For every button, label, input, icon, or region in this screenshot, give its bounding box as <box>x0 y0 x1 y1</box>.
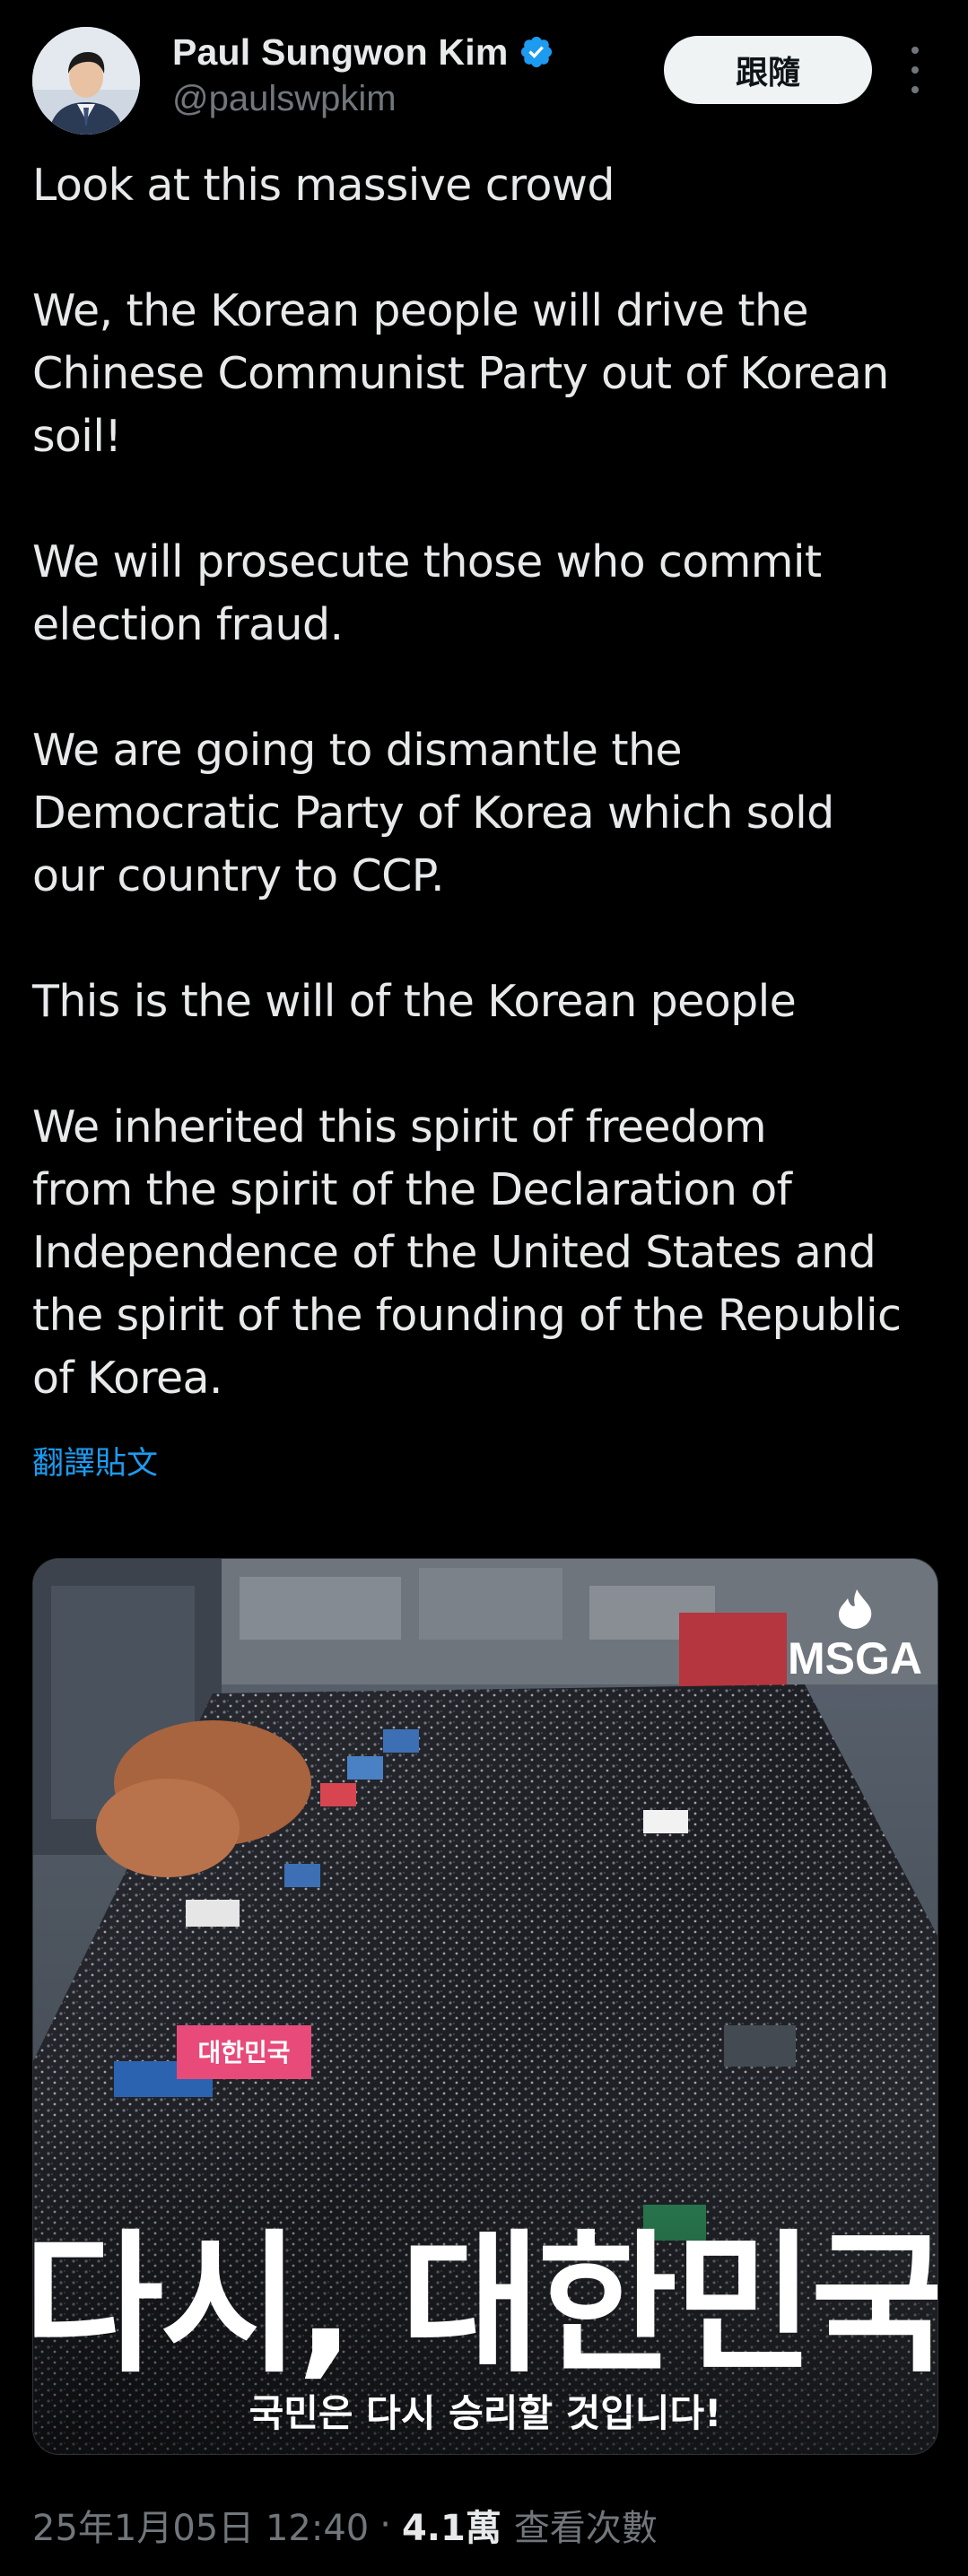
avatar[interactable] <box>32 27 140 135</box>
tweet-meta: 25年1月05日 12:40 · 4.1萬 查看次數 <box>32 2499 658 2551</box>
image-logo-text: MSGA <box>788 1633 922 1684</box>
views-count[interactable]: 4.1萬 <box>402 2499 501 2551</box>
meta-separator: · <box>379 2504 391 2546</box>
display-name[interactable]: Paul Sungwon Kim <box>172 31 508 74</box>
views-label: 查看次數 <box>513 2508 658 2549</box>
tweet-paragraph: Look at this massive crowd <box>32 160 615 211</box>
tweet-image[interactable]: 대한민국 MSGA 다시, 대한민국 국민은 다시 승리할 것입니다! <box>32 1558 938 2455</box>
tweet-paragraph: We will prosecute those who commit elect… <box>32 536 822 650</box>
verified-badge-icon <box>521 36 553 68</box>
image-headline: 다시, 대한민국 <box>33 2216 937 2394</box>
handle[interactable]: @paulswpkim <box>172 79 554 119</box>
more-vertical-icon[interactable] <box>899 47 931 93</box>
tweet-paragraph: We, the Korean people will drive the Chi… <box>32 285 889 462</box>
author-info[interactable]: Paul Sungwon Kim @paulswpkim <box>172 27 554 119</box>
tweet-paragraph: This is the will of the Korean people <box>32 976 797 1027</box>
image-subline: 국민은 다시 승리할 것입니다! <box>249 2391 722 2435</box>
tweet-paragraph: We inherited this spirit of freedom from… <box>32 1101 902 1404</box>
flag-text: 대한민국 <box>197 2038 290 2067</box>
tweet-text: Look at this massive crowd We, the Korean… <box>32 154 938 1410</box>
follow-button[interactable]: 跟隨 <box>664 36 872 104</box>
tweet-paragraph: We are going to dismantle the Democratic… <box>32 725 834 901</box>
tweet-header: Paul Sungwon Kim @paulswpkim 跟隨 <box>0 0 968 152</box>
translate-post-link[interactable]: 翻譯貼文 <box>32 1438 158 1484</box>
timestamp[interactable]: 25年1月05日 12:40 <box>32 2499 369 2551</box>
